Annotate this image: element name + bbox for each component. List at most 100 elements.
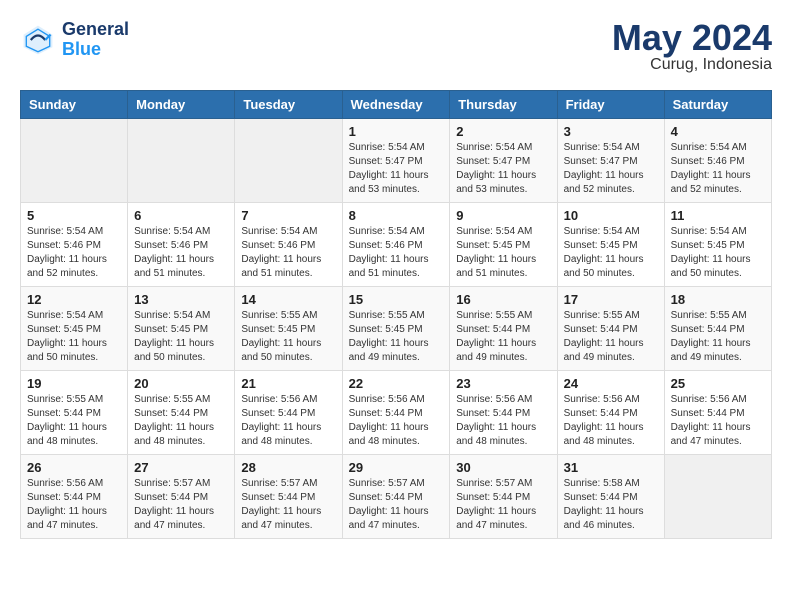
cell-info: Sunrise: 5:54 AM Sunset: 5:47 PM Dayligh… [349,141,444,197]
day-number: 20 [134,376,228,391]
day-number: 27 [134,460,228,475]
calendar-cell [664,455,771,539]
calendar-cell [128,119,235,203]
calendar-table: SundayMondayTuesdayWednesdayThursdayFrid… [20,90,772,539]
calendar-cell: 10 Sunrise: 5:54 AM Sunset: 5:45 PM Dayli… [557,203,664,287]
calendar-cell: 13 Sunrise: 5:54 AM Sunset: 5:45 PM Dayli… [128,287,235,371]
logo-text: GeneralBlue [62,20,129,60]
day-of-week-header: Friday [557,91,664,119]
cell-info: Sunrise: 5:54 AM Sunset: 5:46 PM Dayligh… [241,225,335,281]
day-number: 23 [456,376,550,391]
day-number: 11 [671,208,765,223]
calendar-cell: 26Sunrise: 5:56 AM Sunset: 5:44 PM Dayli… [21,455,128,539]
calendar-cell: 14Sunrise: 5:55 AM Sunset: 5:45 PM Dayli… [235,287,342,371]
day-number: 17 [564,292,658,307]
cell-info: Sunrise: 5:55 AM Sunset: 5:44 PM Dayligh… [671,309,765,365]
day-number: 22 [349,376,444,391]
cell-info: Sunrise: 5:54 AM Sunset: 5:46 PM Dayligh… [27,225,121,281]
calendar-cell: 8Sunrise: 5:54 AM Sunset: 5:46 PM Daylig… [342,203,450,287]
cell-info: Sunrise: 5:55 AM Sunset: 5:45 PM Dayligh… [349,309,444,365]
day-number: 7 [241,208,335,223]
cell-info: Sunrise: 5:54 AM Sunset: 5:46 PM Dayligh… [134,225,228,281]
day-of-week-header: Thursday [450,91,557,119]
day-number: 28 [241,460,335,475]
calendar-cell: 12 Sunrise: 5:54 AM Sunset: 5:45 PM Dayli… [21,287,128,371]
day-number: 15 [349,292,444,307]
day-number: 10 [564,208,658,223]
calendar-cell: 11 Sunrise: 5:54 AM Sunset: 5:45 PM Dayli… [664,203,771,287]
cell-info: Sunrise: 5:57 AM Sunset: 5:44 PM Dayligh… [241,477,335,533]
cell-info: Sunrise: 5:57 AM Sunset: 5:44 PM Dayligh… [134,477,228,533]
day-number: 2 [456,124,550,139]
calendar-cell: 9Sunrise: 5:54 AM Sunset: 5:45 PM Daylig… [450,203,557,287]
cell-info: Sunrise: 5:54 AM Sunset: 5:45 PM Dayligh… [456,225,550,281]
title-area: May 2024 Curug, Indonesia [612,20,772,74]
day-number: 5 [27,208,121,223]
calendar-cell: 7 Sunrise: 5:54 AM Sunset: 5:46 PM Daylig… [235,203,342,287]
day-number: 18 [671,292,765,307]
cell-info: Sunrise: 5:56 AM Sunset: 5:44 PM Dayligh… [349,393,444,449]
cell-info: Sunrise: 5:54 AM Sunset: 5:45 PM Dayligh… [564,225,658,281]
cell-info: Sunrise: 5:54 AM Sunset: 5:46 PM Dayligh… [671,141,765,197]
cell-info: Sunrise: 5:55 AM Sunset: 5:44 PM Dayligh… [27,393,121,449]
calendar-header-row: SundayMondayTuesdayWednesdayThursdayFrid… [21,91,772,119]
calendar-cell: 19Sunrise: 5:55 AM Sunset: 5:44 PM Dayli… [21,371,128,455]
cell-info: Sunrise: 5:55 AM Sunset: 5:44 PM Dayligh… [456,309,550,365]
calendar-cell: 17 Sunrise: 5:55 AM Sunset: 5:44 PM Dayli… [557,287,664,371]
cell-info: Sunrise: 5:56 AM Sunset: 5:44 PM Dayligh… [671,393,765,449]
calendar-cell: 28 Sunrise: 5:57 AM Sunset: 5:44 PM Dayli… [235,455,342,539]
cell-info: Sunrise: 5:56 AM Sunset: 5:44 PM Dayligh… [564,393,658,449]
day-number: 6 [134,208,228,223]
logo-icon [20,22,56,58]
day-number: 21 [241,376,335,391]
page-header: GeneralBlue May 2024 Curug, Indonesia [20,20,772,74]
day-number: 29 [349,460,444,475]
cell-info: Sunrise: 5:54 AM Sunset: 5:45 PM Dayligh… [671,225,765,281]
logo: GeneralBlue [20,20,129,60]
calendar-week-row: 5 Sunrise: 5:54 AM Sunset: 5:46 PM Daylig… [21,203,772,287]
month-title: May 2024 [612,20,772,56]
calendar-cell: 20 Sunrise: 5:55 AM Sunset: 5:44 PM Dayli… [128,371,235,455]
cell-info: Sunrise: 5:54 AM Sunset: 5:47 PM Dayligh… [456,141,550,197]
cell-info: Sunrise: 5:54 AM Sunset: 5:45 PM Dayligh… [27,309,121,365]
calendar-cell: 31Sunrise: 5:58 AM Sunset: 5:44 PM Dayli… [557,455,664,539]
cell-info: Sunrise: 5:54 AM Sunset: 5:47 PM Dayligh… [564,141,658,197]
calendar-cell: 6 Sunrise: 5:54 AM Sunset: 5:46 PM Daylig… [128,203,235,287]
calendar-cell: 4 Sunrise: 5:54 AM Sunset: 5:46 PM Daylig… [664,119,771,203]
day-number: 13 [134,292,228,307]
cell-info: Sunrise: 5:55 AM Sunset: 5:44 PM Dayligh… [134,393,228,449]
subtitle: Curug, Indonesia [612,56,772,74]
calendar-cell [235,119,342,203]
day-number: 1 [349,124,444,139]
calendar-cell: 21 Sunrise: 5:56 AM Sunset: 5:44 PM Dayli… [235,371,342,455]
calendar-week-row: 19Sunrise: 5:55 AM Sunset: 5:44 PM Dayli… [21,371,772,455]
day-number: 14 [241,292,335,307]
calendar-cell: 29 Sunrise: 5:57 AM Sunset: 5:44 PM Dayli… [342,455,450,539]
day-number: 25 [671,376,765,391]
calendar-cell: 16 Sunrise: 5:55 AM Sunset: 5:44 PM Dayli… [450,287,557,371]
cell-info: Sunrise: 5:58 AM Sunset: 5:44 PM Dayligh… [564,477,658,533]
calendar-cell: 15 Sunrise: 5:55 AM Sunset: 5:45 PM Dayli… [342,287,450,371]
cell-info: Sunrise: 5:57 AM Sunset: 5:44 PM Dayligh… [456,477,550,533]
day-of-week-header: Monday [128,91,235,119]
calendar-cell: 25 Sunrise: 5:56 AM Sunset: 5:44 PM Dayli… [664,371,771,455]
cell-info: Sunrise: 5:54 AM Sunset: 5:46 PM Dayligh… [349,225,444,281]
day-of-week-header: Saturday [664,91,771,119]
day-of-week-header: Wednesday [342,91,450,119]
day-of-week-header: Sunday [21,91,128,119]
cell-info: Sunrise: 5:56 AM Sunset: 5:44 PM Dayligh… [456,393,550,449]
cell-info: Sunrise: 5:55 AM Sunset: 5:44 PM Dayligh… [564,309,658,365]
day-number: 4 [671,124,765,139]
day-of-week-header: Tuesday [235,91,342,119]
calendar-week-row: 26Sunrise: 5:56 AM Sunset: 5:44 PM Dayli… [21,455,772,539]
calendar-cell: 27 Sunrise: 5:57 AM Sunset: 5:44 PM Dayli… [128,455,235,539]
calendar-week-row: 1 Sunrise: 5:54 AM Sunset: 5:47 PM Daylig… [21,119,772,203]
day-number: 16 [456,292,550,307]
cell-info: Sunrise: 5:54 AM Sunset: 5:45 PM Dayligh… [134,309,228,365]
calendar-cell: 3Sunrise: 5:54 AM Sunset: 5:47 PM Daylig… [557,119,664,203]
cell-info: Sunrise: 5:56 AM Sunset: 5:44 PM Dayligh… [241,393,335,449]
cell-info: Sunrise: 5:57 AM Sunset: 5:44 PM Dayligh… [349,477,444,533]
day-number: 30 [456,460,550,475]
day-number: 12 [27,292,121,307]
calendar-cell [21,119,128,203]
